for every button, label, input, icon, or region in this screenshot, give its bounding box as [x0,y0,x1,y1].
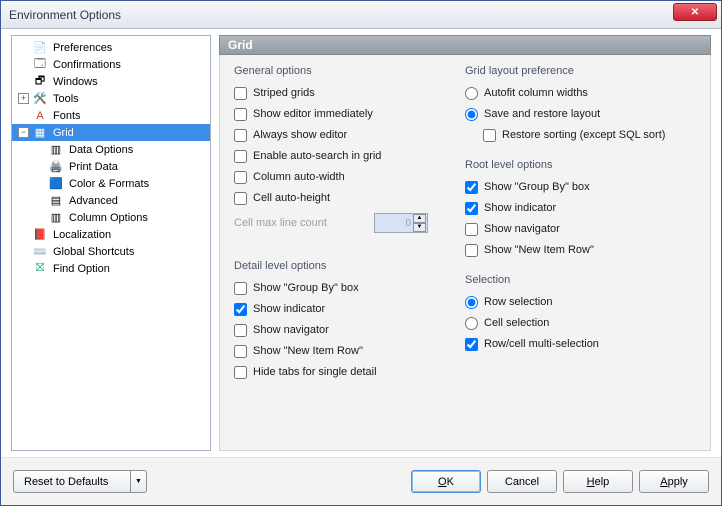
tools-icon: 🛠️ [32,91,48,107]
tree-item-data-options[interactable]: ▥Data Options [12,141,210,158]
tree-item-fonts[interactable]: AFonts [12,107,210,124]
form-area: General options Striped grids Show edito… [219,55,711,451]
chk-detail-newitem[interactable] [234,345,247,358]
shortcuts-icon: ⌨️ [32,244,48,260]
tree-item-localization[interactable]: 📕Localization [12,226,210,243]
apply-button[interactable]: Apply [639,470,709,493]
chk-multi-selection[interactable] [465,338,478,351]
rad-cell-selection[interactable] [465,317,478,330]
group-root: Root level options Show "Group By" box S… [465,159,696,260]
chk-detail-navigator[interactable] [234,324,247,337]
rad-row-selection[interactable] [465,296,478,309]
spin-down-icon: ▼ [413,223,426,232]
chk-always-show-editor[interactable] [234,129,247,142]
tree-item-grid[interactable]: −▦Grid [12,124,210,141]
chk-root-navigator[interactable] [465,223,478,236]
chk-restore-sort[interactable] [483,129,496,142]
chk-col-auto-width[interactable] [234,171,247,184]
print-icon: 🖨️ [48,159,64,175]
collapse-icon[interactable]: − [18,127,29,138]
rad-save-restore[interactable] [465,108,478,121]
reset-button[interactable]: Reset to Defaults [13,470,131,493]
tree-item-color-formats[interactable]: 🟦Color & Formats [12,175,210,192]
chk-auto-search[interactable] [234,150,247,163]
confirm-icon: 🗔 [32,57,48,73]
titlebar: Environment Options ✕ [1,1,721,29]
group-title: General options [234,65,465,77]
tree-item-tools[interactable]: +🛠️Tools [12,90,210,107]
tree-item-print-data[interactable]: 🖨️Print Data [12,158,210,175]
tree-item-confirmations[interactable]: 🗔Confirmations [12,56,210,73]
group-title: Grid layout preference [465,65,696,77]
tree-item-windows[interactable]: 🗗Windows [12,73,210,90]
advanced-icon: ▤ [48,193,64,209]
spin-max-line: 0 ▲▼ [374,213,428,233]
tree-item-find-option[interactable]: ⛝Find Option [12,260,210,277]
nav-tree[interactable]: 📄Preferences 🗔Confirmations 🗗Windows +🛠️… [11,35,211,451]
close-button[interactable]: ✕ [673,3,717,21]
chk-cell-auto-height[interactable] [234,192,247,205]
group-layout: Grid layout preference Autofit column wi… [465,65,696,145]
chk-show-editor-imm[interactable] [234,108,247,121]
expand-icon[interactable]: + [18,93,29,104]
data-options-icon: ▥ [48,142,64,158]
tree-item-advanced[interactable]: ▤Advanced [12,192,210,209]
tree-item-preferences[interactable]: 📄Preferences [12,39,210,56]
group-title: Selection [465,274,696,286]
grid-icon: ▦ [32,125,48,141]
chk-root-groupby[interactable] [465,181,478,194]
find-icon: ⛝ [32,261,48,277]
page-header: Grid [219,35,711,55]
lbl-max-line: Cell max line count [234,217,374,229]
localization-icon: 📕 [32,227,48,243]
window-title: Environment Options [9,8,121,22]
chk-root-indicator[interactable] [465,202,478,215]
button-row: Reset to Defaults ▼ OK Cancel Help Apply [1,457,721,505]
tree-item-column-options[interactable]: ▥Column Options [12,209,210,226]
group-selection: Selection Row selection Cell selection R… [465,274,696,354]
chk-root-newitem[interactable] [465,244,478,257]
column-icon: ▥ [48,210,64,226]
tree-item-global-shortcuts[interactable]: ⌨️Global Shortcuts [12,243,210,260]
chk-detail-hidetabs[interactable] [234,366,247,379]
environment-options-window: Environment Options ✕ 📄Preferences 🗔Conf… [0,0,722,506]
color-icon: 🟦 [48,176,64,192]
chk-detail-groupby[interactable] [234,282,247,295]
ok-button[interactable]: OK [411,470,481,493]
rad-autofit[interactable] [465,87,478,100]
group-general: General options Striped grids Show edito… [234,65,465,234]
cancel-button[interactable]: Cancel [487,470,557,493]
spin-up-icon: ▲ [413,214,426,223]
group-detail: Detail level options Show "Group By" box… [234,260,465,382]
group-title: Detail level options [234,260,465,272]
reset-dropdown[interactable]: ▼ [131,470,147,493]
chk-striped[interactable] [234,87,247,100]
chk-detail-indicator[interactable] [234,303,247,316]
fonts-icon: A [32,108,48,124]
windows-icon: 🗗 [32,74,48,90]
help-button[interactable]: Help [563,470,633,493]
prefs-icon: 📄 [32,40,48,56]
group-title: Root level options [465,159,696,171]
